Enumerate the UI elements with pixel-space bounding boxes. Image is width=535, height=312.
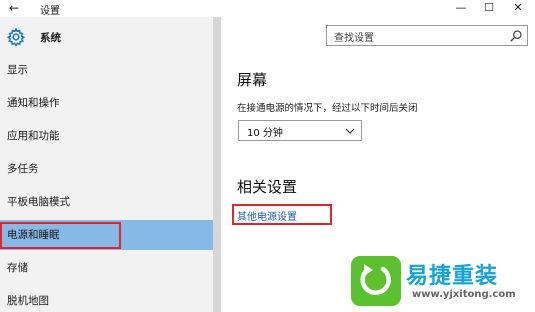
minimize-button[interactable]: — <box>449 0 473 17</box>
screen-heading: 屏幕 <box>237 71 268 89</box>
watermark-url: www.yjxitong.com <box>412 289 516 300</box>
sidebar-item-notifications[interactable]: 通知和操作 <box>0 88 213 118</box>
sidebar-scrollbar[interactable] <box>213 17 221 312</box>
related-settings-heading: 相关设置 <box>237 178 298 196</box>
sidebar-header: 系统 <box>0 17 213 57</box>
watermark: 易捷重装 www.yjxitong.com <box>350 253 535 312</box>
watermark-name: 易捷重装 <box>406 264 499 289</box>
screen-timeout-dropdown[interactable]: 10 分钟 <box>238 120 362 141</box>
gear-icon <box>6 27 26 47</box>
sidebar: 系统 显示 通知和操作 应用和功能 多任务 平板电脑模式 电源和睡眠 存储 脱机… <box>0 17 213 312</box>
sidebar-item-multitasking[interactable]: 多任务 <box>0 154 213 184</box>
search-icon[interactable] <box>509 29 523 43</box>
window-title: 设置 <box>40 6 60 17</box>
chevron-down-icon <box>345 128 355 134</box>
sidebar-header-label: 系统 <box>40 32 61 44</box>
sidebar-item-offline-maps[interactable]: 脱机地图 <box>0 286 213 312</box>
maximize-button[interactable]: ☐ <box>477 0 501 17</box>
sidebar-item-power-sleep[interactable]: 电源和睡眠 <box>0 220 213 250</box>
back-arrow-icon[interactable]: ← <box>6 0 22 17</box>
screen-timeout-description: 在接通电源的情况下，经过以下时间后关闭 <box>237 103 418 114</box>
sidebar-item-display[interactable]: 显示 <box>0 55 213 85</box>
sidebar-item-apps[interactable]: 应用和功能 <box>0 121 213 151</box>
screen-timeout-value: 10 分钟 <box>247 128 283 139</box>
search-input[interactable]: 查找设置 <box>326 25 528 46</box>
sidebar-item-storage[interactable]: 存储 <box>0 253 213 283</box>
additional-power-settings-link[interactable]: 其他电源设置 <box>237 208 297 223</box>
watermark-logo-icon <box>351 256 401 306</box>
search-placeholder: 查找设置 <box>334 33 374 44</box>
sidebar-item-tablet-mode[interactable]: 平板电脑模式 <box>0 187 213 217</box>
title-bar: ← 设置 — ☐ ✕ <box>0 0 535 17</box>
close-button[interactable]: ✕ <box>506 0 530 17</box>
